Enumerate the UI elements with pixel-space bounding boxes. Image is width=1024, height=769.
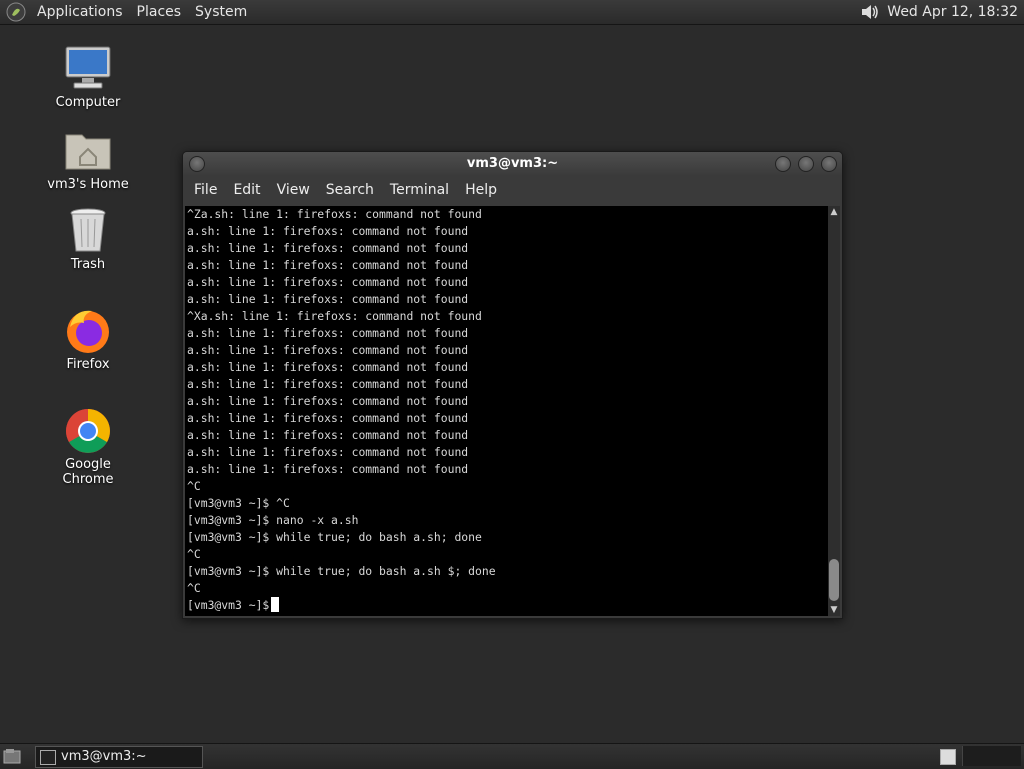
applications-menu[interactable]: Applications xyxy=(30,0,130,24)
terminal-menubar: File Edit View Search Terminal Help xyxy=(183,176,842,204)
show-desktop-icon[interactable] xyxy=(3,748,21,764)
window-menu-button[interactable] xyxy=(189,156,205,172)
home-folder-icon xyxy=(65,134,111,170)
close-button[interactable] xyxy=(821,156,837,172)
workspace-1[interactable] xyxy=(940,749,956,765)
menu-terminal[interactable]: Terminal xyxy=(382,182,457,198)
terminal-line: [vm3@vm3 ~]$ ^C xyxy=(187,496,290,510)
terminal-line: [vm3@vm3 ~]$ while true; do bash a.sh $;… xyxy=(187,564,496,578)
terminal-scrollbar[interactable]: ▲ ▼ xyxy=(828,206,840,616)
terminal-lines: ^Za.sh: line 1: firefoxs: command not fo… xyxy=(185,206,828,614)
terminal-line: a.sh: line 1: firefoxs: command not foun… xyxy=(187,224,469,238)
terminal-line: a.sh: line 1: firefoxs: command not foun… xyxy=(187,394,469,408)
desktop-icon-label: Trash xyxy=(70,257,106,272)
terminal-line: a.sh: line 1: firefoxs: command not foun… xyxy=(187,377,469,391)
firefox-icon xyxy=(67,310,109,353)
desktop-icon-firefox[interactable]: Firefox xyxy=(38,307,138,372)
window-title: vm3@vm3:~ xyxy=(466,156,559,171)
terminal-line: a.sh: line 1: firefoxs: command not foun… xyxy=(187,445,469,459)
maximize-button[interactable] xyxy=(798,156,814,172)
desktop-icon-label: Computer xyxy=(55,95,121,110)
terminal-prompt-line: [vm3@vm3 ~]$ xyxy=(187,597,828,614)
terminal-window[interactable]: vm3@vm3:~ File Edit View Search Terminal… xyxy=(182,151,843,619)
terminal-line: ^C xyxy=(187,581,201,595)
clock[interactable]: Wed Apr 12, 18:32 xyxy=(887,4,1024,20)
terminal-line: ^Za.sh: line 1: firefoxs: command not fo… xyxy=(187,207,482,221)
menu-edit[interactable]: Edit xyxy=(225,182,268,198)
menu-view[interactable]: View xyxy=(269,182,318,198)
desktop-icon-label: Google Chrome xyxy=(62,457,114,487)
workspace-2[interactable] xyxy=(962,746,1021,766)
terminal-icon xyxy=(40,750,56,765)
window-titlebar[interactable]: vm3@vm3:~ xyxy=(183,152,842,176)
desktop-icon-label: vm3's Home xyxy=(47,177,129,192)
terminal-line: ^C xyxy=(187,547,201,561)
terminal-line: ^C xyxy=(187,479,201,493)
desktop-icon-trash[interactable]: Trash xyxy=(38,207,138,272)
terminal-line: [vm3@vm3 ~]$ nano -x a.sh xyxy=(187,513,359,527)
chrome-icon xyxy=(66,409,110,453)
scroll-up-arrow-icon[interactable]: ▲ xyxy=(828,206,840,218)
terminal-line: a.sh: line 1: firefoxs: command not foun… xyxy=(187,360,469,374)
desktop-icon-label: Firefox xyxy=(66,357,110,372)
terminal-line: [vm3@vm3 ~]$ while true; do bash a.sh; d… xyxy=(187,530,482,544)
desktop-icon-chrome[interactable]: Google Chrome xyxy=(38,407,138,487)
taskbar-terminal-button[interactable]: vm3@vm3:~ xyxy=(35,746,203,768)
terminal-line: a.sh: line 1: firefoxs: command not foun… xyxy=(187,241,469,255)
scrollbar-thumb[interactable] xyxy=(829,559,839,601)
scroll-down-arrow-icon[interactable]: ▼ xyxy=(828,604,840,616)
menu-search[interactable]: Search xyxy=(318,182,382,198)
desktop-icon-home[interactable]: vm3's Home xyxy=(38,127,138,192)
bottom-panel: vm3@vm3:~ xyxy=(0,743,1024,769)
trash-icon xyxy=(70,208,106,252)
terminal-line: a.sh: line 1: firefoxs: command not foun… xyxy=(187,292,469,306)
terminal-line: a.sh: line 1: firefoxs: command not foun… xyxy=(187,343,469,357)
minimize-button[interactable] xyxy=(775,156,791,172)
menu-help[interactable]: Help xyxy=(457,182,505,198)
terminal-prompt: [vm3@vm3 ~]$ xyxy=(187,598,270,612)
terminal-output[interactable]: ^Za.sh: line 1: firefoxs: command not fo… xyxy=(185,206,828,616)
gnome-foot-icon[interactable] xyxy=(6,2,26,22)
taskbar-label: vm3@vm3:~ xyxy=(61,749,147,764)
terminal-line: a.sh: line 1: firefoxs: command not foun… xyxy=(187,462,469,476)
terminal-line: a.sh: line 1: firefoxs: command not foun… xyxy=(187,411,469,425)
terminal-line: a.sh: line 1: firefoxs: command not foun… xyxy=(187,275,469,289)
terminal-line: a.sh: line 1: firefoxs: command not foun… xyxy=(187,326,469,340)
text-cursor xyxy=(271,597,280,612)
desktop-icon-computer[interactable]: Computer xyxy=(38,45,138,110)
terminal-line: ^Xa.sh: line 1: firefoxs: command not fo… xyxy=(187,309,482,323)
places-menu[interactable]: Places xyxy=(130,0,189,24)
computer-icon xyxy=(65,46,111,89)
terminal-line: a.sh: line 1: firefoxs: command not foun… xyxy=(187,428,469,442)
speaker-icon[interactable] xyxy=(859,1,881,23)
top-panel: Applications Places System Wed Apr 12, 1… xyxy=(0,0,1024,25)
menu-file[interactable]: File xyxy=(186,182,225,198)
system-menu[interactable]: System xyxy=(188,0,254,24)
terminal-line: a.sh: line 1: firefoxs: command not foun… xyxy=(187,258,469,272)
